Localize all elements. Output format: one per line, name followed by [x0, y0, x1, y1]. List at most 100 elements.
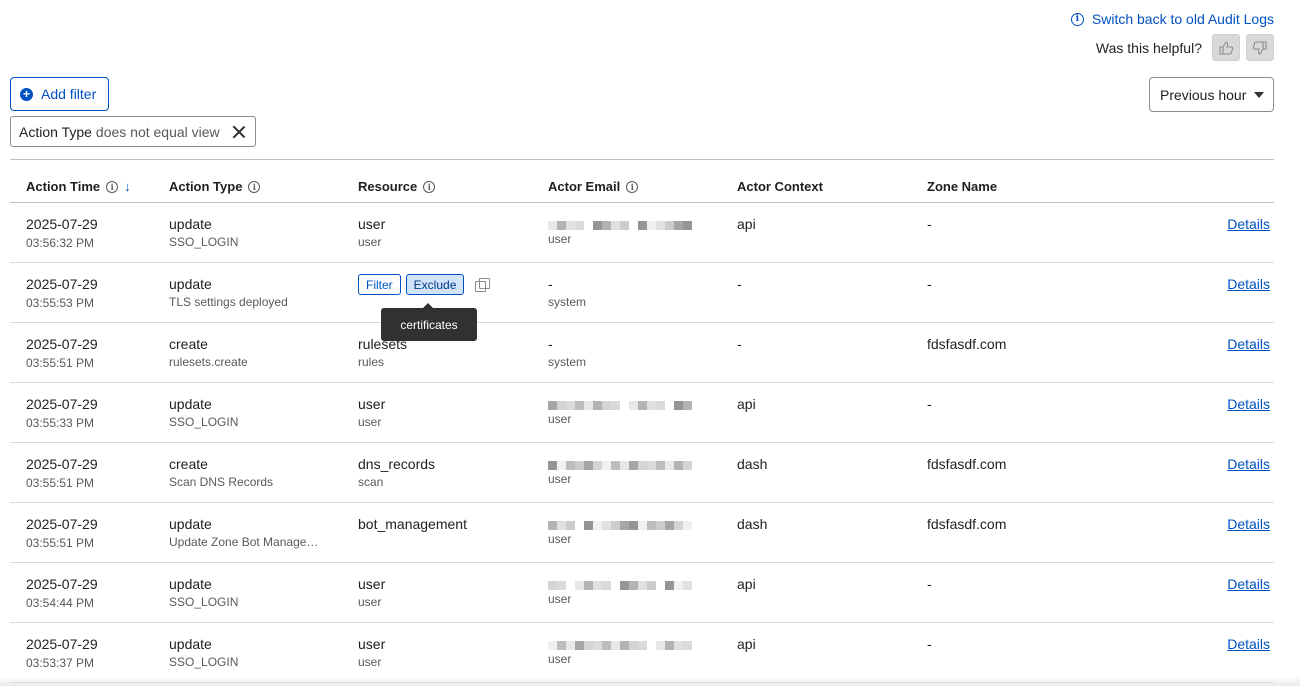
- audit-log-table: Action Time i ↓ Action Type i Resource i…: [10, 159, 1274, 683]
- info-icon[interactable]: i: [626, 180, 639, 193]
- row-resource: user: [358, 636, 386, 652]
- row-email-sub: user: [548, 472, 572, 486]
- details-link[interactable]: Details: [1227, 336, 1270, 352]
- column-action-time-label: Action Time: [26, 179, 101, 194]
- row-resource: user: [358, 576, 386, 592]
- add-filter-label: Add filter: [41, 86, 97, 102]
- time-range-select[interactable]: Previous hour: [1149, 77, 1274, 112]
- row-actor-context: api: [737, 636, 756, 652]
- row-time: 03:54:44 PM: [26, 596, 95, 610]
- filter-field: Action Type: [19, 123, 92, 140]
- redaction-block: [665, 641, 674, 650]
- row-actor-context: api: [737, 576, 756, 592]
- row-action-sub: SSO_LOGIN: [169, 595, 239, 609]
- redaction-block: [647, 521, 656, 530]
- filter-operator: does not equal view: [95, 123, 220, 140]
- row-time: 03:55:33 PM: [26, 416, 95, 430]
- redaction-block: [584, 401, 593, 410]
- row-action-sub: rulesets.create: [169, 355, 248, 369]
- redaction-block: [557, 401, 566, 410]
- redaction-block: [584, 581, 593, 590]
- details-link[interactable]: Details: [1227, 516, 1270, 532]
- redaction-block: [665, 221, 674, 230]
- column-resource: Resource i: [358, 179, 436, 194]
- redaction-block: [584, 641, 593, 650]
- redaction-block: [647, 401, 656, 410]
- redaction-block: [674, 401, 683, 410]
- redaction-block: [620, 521, 629, 530]
- switch-old-audit-logs-link[interactable]: i Switch back to old Audit Logs: [1070, 11, 1274, 27]
- redaction-block: [566, 521, 575, 530]
- redaction-block: [674, 461, 683, 470]
- redaction-block: [674, 641, 683, 650]
- details-link[interactable]: Details: [1227, 396, 1270, 412]
- sort-descending-icon[interactable]: ↓: [124, 179, 131, 194]
- copy-icon[interactable]: [475, 277, 491, 292]
- redaction-block: [548, 461, 557, 470]
- row-resource: bot_management: [358, 516, 467, 532]
- redaction-block: [674, 521, 683, 530]
- filter-button[interactable]: Filter: [358, 274, 401, 295]
- details-link[interactable]: Details: [1227, 216, 1270, 232]
- redaction-block: [575, 461, 584, 470]
- redaction-block: [593, 521, 602, 530]
- row-time: 03:55:51 PM: [26, 536, 95, 550]
- details-link[interactable]: Details: [1227, 636, 1270, 652]
- redaction-block: [638, 461, 647, 470]
- exclude-button[interactable]: Exclude: [405, 274, 465, 295]
- info-icon[interactable]: i: [248, 180, 261, 193]
- switch-old-audit-logs-label: Switch back to old Audit Logs: [1091, 11, 1274, 27]
- scroll-fade: [0, 676, 1300, 686]
- row-email-sub: user: [548, 232, 572, 246]
- details-link[interactable]: Details: [1227, 576, 1270, 592]
- redaction-block: [656, 401, 665, 410]
- redaction-block: [647, 461, 656, 470]
- thumbs-up-button[interactable]: [1212, 34, 1240, 61]
- row-email-sub: user: [548, 652, 572, 666]
- redaction-block: [566, 401, 575, 410]
- info-icon[interactable]: i: [106, 180, 119, 193]
- redaction-block: [656, 221, 665, 230]
- thumbs-down-button[interactable]: [1246, 34, 1274, 61]
- redaction-block: [638, 401, 647, 410]
- redaction-block: [602, 521, 611, 530]
- column-action-time[interactable]: Action Time i ↓: [26, 179, 131, 194]
- redaction-block: [566, 221, 575, 230]
- row-time: 03:53:37 PM: [26, 656, 95, 670]
- thumbs-down-icon: [1252, 40, 1267, 55]
- add-filter-button[interactable]: + Add filter: [10, 77, 109, 111]
- redaction-block: [575, 581, 584, 590]
- row-email-sub: user: [548, 532, 572, 546]
- row-time: 03:56:32 PM: [26, 236, 95, 250]
- remove-filter-icon[interactable]: [232, 125, 246, 139]
- redaction-block: [602, 641, 611, 650]
- redaction-block: [548, 641, 557, 650]
- row-date: 2025-07-29: [26, 396, 98, 412]
- redaction-block: [683, 461, 692, 470]
- redaction-block: [620, 641, 629, 650]
- redaction-block: [665, 461, 674, 470]
- info-icon[interactable]: i: [423, 180, 436, 193]
- row-actor-context: -: [737, 276, 742, 292]
- details-link[interactable]: Details: [1227, 456, 1270, 472]
- redaction-block: [593, 221, 602, 230]
- redacted-email: [548, 221, 692, 230]
- redaction-block: [611, 461, 620, 470]
- row-action-type: update: [169, 216, 212, 232]
- table-row: 2025-07-29 03:55:33 PM update SSO_LOGIN us…: [10, 383, 1274, 443]
- table-row: 2025-07-29 03:55:51 PM create rulesets.cre…: [10, 323, 1274, 383]
- column-actor-context-label: Actor Context: [737, 179, 823, 194]
- redaction-block: [602, 401, 611, 410]
- row-date: 2025-07-29: [26, 276, 98, 292]
- row-time: 03:55:51 PM: [26, 356, 95, 370]
- row-email-sub: user: [548, 592, 572, 606]
- redaction-block: [629, 221, 638, 230]
- row-action-type: update: [169, 636, 212, 652]
- row-zone-name: fdsfasdf.com: [927, 516, 1007, 532]
- redaction-block: [629, 401, 638, 410]
- row-action-sub: Update Zone Bot Manage…: [169, 535, 319, 549]
- redaction-block: [665, 581, 674, 590]
- row-resource: dns_records: [358, 456, 436, 472]
- details-link[interactable]: Details: [1227, 276, 1270, 292]
- row-resource-sub: rules: [358, 355, 385, 369]
